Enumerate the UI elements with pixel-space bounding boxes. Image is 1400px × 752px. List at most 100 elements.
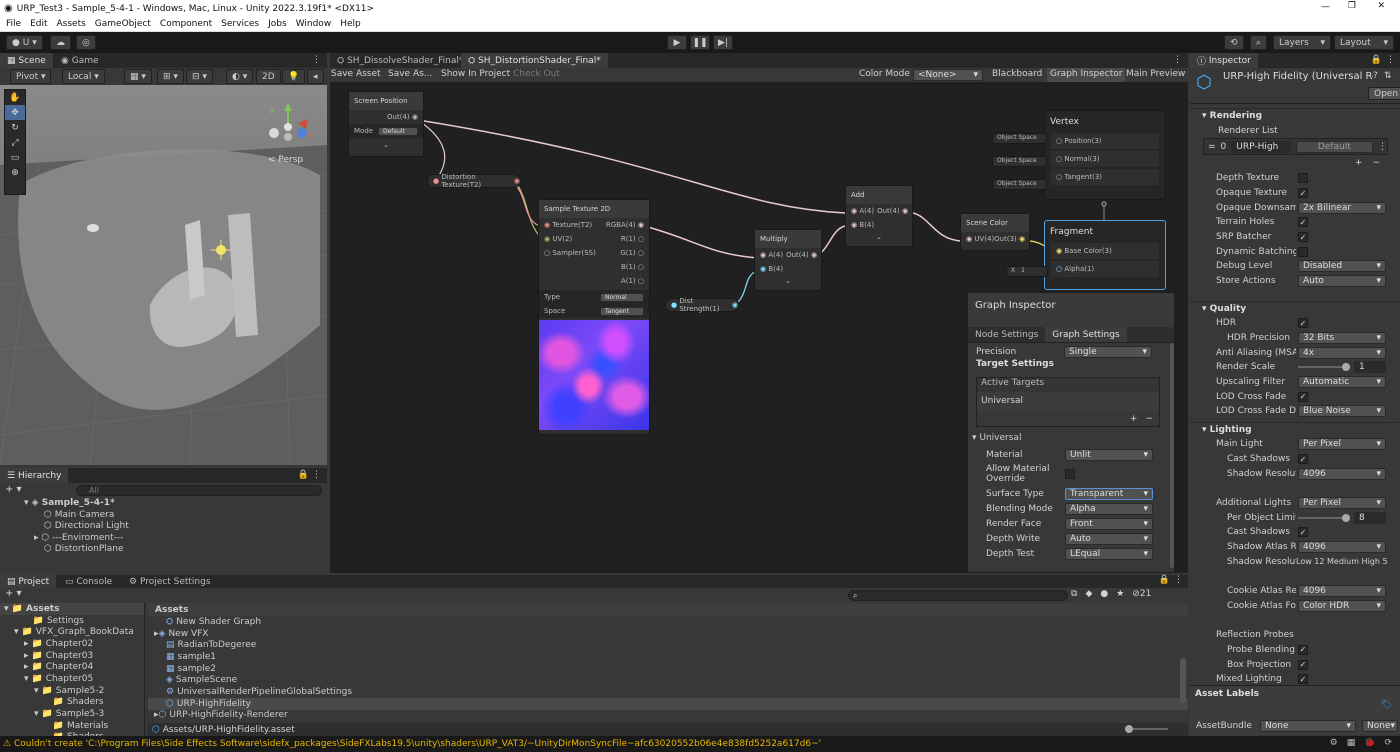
cache-icon[interactable]: ▦: [1347, 738, 1356, 748]
tab-distortion-shader[interactable]: ⛭ SH_DistortionShader_Final*: [461, 53, 608, 68]
renderer-object-field[interactable]: URP-High: [1231, 140, 1291, 153]
render-face-dropdown[interactable]: Front ▾: [1065, 517, 1153, 530]
scene-root[interactable]: ▾ ◈ Sample_5-4-1*: [24, 497, 115, 509]
field-dropdown[interactable]: 4096 ▾: [1298, 541, 1386, 554]
more-icon[interactable]: ⋮: [1173, 55, 1182, 65]
tab-project-settings[interactable]: ⚙ Project Settings: [122, 574, 218, 589]
object-space-input[interactable]: Object Space: [992, 156, 1047, 167]
more-icon[interactable]: ⋮: [312, 55, 321, 65]
chevron-icon[interactable]: [44, 697, 50, 707]
lock-icon[interactable]: 🔒: [1371, 55, 1382, 65]
collapse-icon[interactable]: ⌄: [349, 138, 423, 152]
tab-dissolve-shader[interactable]: ⛭ SH_DissolveShader_Final*: [330, 53, 470, 68]
tab-console[interactable]: ▭ Console: [58, 574, 119, 589]
lighting-foldout[interactable]: ▾ Lighting: [1190, 422, 1400, 437]
asset-item[interactable]: ⛭ New Shader Graph: [148, 616, 1188, 628]
property-distortion-texture[interactable]: ● Distortion Texture(T2) ◉: [427, 173, 521, 189]
depth-test-dropdown[interactable]: LEqual ▾: [1065, 547, 1153, 560]
menu-gameobject[interactable]: GameObject: [95, 19, 151, 29]
transform-tool-icon[interactable]: ⊕: [5, 165, 25, 180]
collab-button[interactable]: ◎: [76, 35, 96, 50]
field-dropdown[interactable]: 32 Bits ▾: [1298, 332, 1386, 345]
node-screen-position[interactable]: Screen Position Out(4) ◉ Mode Default ⌄: [348, 91, 424, 157]
folder-item[interactable]: 📁Shaders: [0, 697, 144, 709]
menu-window[interactable]: Window: [296, 19, 332, 29]
field-checkbox[interactable]: ✓: [1298, 454, 1308, 465]
slider-thumb[interactable]: [1342, 363, 1350, 372]
asset-item[interactable]: ▦ sample2: [148, 663, 1188, 675]
debug-icon[interactable]: 🐞: [1364, 738, 1375, 748]
asset-bundle-dropdown[interactable]: None ▾: [1260, 720, 1356, 732]
2d-toggle[interactable]: 2D: [256, 69, 281, 84]
account-button[interactable]: ● U ▾: [6, 35, 43, 50]
asset-item[interactable]: ▸ ⬡ URP-HighFidelity-Renderer: [148, 710, 1188, 722]
label-tag-icon[interactable]: 🏷: [1381, 700, 1392, 710]
project-search-input[interactable]: ⌕: [848, 590, 1068, 601]
universal-foldout[interactable]: ▾ Universal: [968, 433, 1174, 447]
hierarchy-item[interactable]: ⬡ DistortionPlane: [44, 543, 124, 555]
menu-jobs[interactable]: Jobs: [268, 19, 287, 29]
local-toggle[interactable]: Local ▾: [62, 69, 105, 84]
snap-button[interactable]: ⊞ ▾: [157, 69, 184, 84]
alpha-value-input[interactable]: X1: [1006, 266, 1048, 277]
tab-graph-settings[interactable]: Graph Settings: [1045, 327, 1127, 342]
folder-item[interactable]: ▸ 📁 Chapter04: [0, 661, 144, 673]
collapse-icon[interactable]: ⌄: [755, 276, 821, 286]
field-dropdown[interactable]: Auto ▾: [1298, 275, 1386, 288]
asset-variant-dropdown[interactable]: None ▾: [1362, 720, 1398, 732]
precision-dropdown[interactable]: Single ▾: [1064, 346, 1152, 358]
chevron-icon[interactable]: [44, 721, 50, 731]
blackboard-toggle[interactable]: Blackboard: [992, 69, 1042, 79]
scrollbar[interactable]: [1170, 343, 1174, 568]
folder-item[interactable]: ▸ 📁 Chapter03: [0, 650, 144, 662]
menu-assets[interactable]: Assets: [57, 19, 86, 29]
asset-item[interactable]: ◈ SampleScene: [148, 674, 1188, 686]
field-checkbox[interactable]: ✓: [1298, 644, 1308, 655]
field-dropdown[interactable]: 4x ▾: [1298, 346, 1386, 359]
open-button[interactable]: Open: [1368, 87, 1400, 100]
lock-icon[interactable]: 🔒: [1159, 575, 1170, 585]
property-dist-strength[interactable]: ● Dist Strength(1) ◉: [665, 297, 739, 313]
field-checkbox[interactable]: ✓: [1298, 188, 1308, 199]
favorite-icon[interactable]: ★: [1116, 589, 1124, 599]
material-dropdown[interactable]: Unlit ▾: [1065, 448, 1153, 461]
menu-file[interactable]: File: [6, 19, 21, 29]
tab-node-settings[interactable]: Node Settings: [968, 327, 1045, 342]
restore-icon[interactable]: ❐: [1348, 1, 1356, 11]
field-dropdown[interactable]: 4096 ▾: [1298, 585, 1386, 598]
menu-component[interactable]: Component: [160, 19, 212, 29]
folder-item[interactable]: ▾ 📁 Chapter05: [0, 673, 144, 685]
field-checkbox[interactable]: [1298, 246, 1308, 257]
renderer-list-item[interactable]: = 0 URP-High Default ⋮: [1203, 138, 1388, 155]
hierarchy-search-input[interactable]: All: [76, 485, 322, 496]
search-button[interactable]: ⌕: [1250, 35, 1268, 50]
more-icon[interactable]: ⋮: [1378, 142, 1387, 152]
scene-viewport[interactable]: y x < Persp ✋ ✥ ↻ ⤢ ▭ ⊕: [0, 85, 327, 465]
node-sample-texture-2d[interactable]: Sample Texture 2D ◉ Texture(T2) ◉ UV(2) …: [538, 199, 650, 435]
field-checkbox[interactable]: ✓: [1298, 659, 1308, 670]
surface-type-dropdown[interactable]: Transparent ▾: [1065, 487, 1153, 500]
assets-root-folder[interactable]: ▾ 📁 Assets: [0, 603, 144, 615]
asset-item[interactable]: ▤ RadianToDegeree: [148, 639, 1188, 651]
tab-hierarchy[interactable]: ☰ Hierarchy: [0, 468, 69, 483]
folder-item[interactable]: ▾ 📁 VFX_Graph_BookData: [0, 626, 144, 638]
save-as-button[interactable]: Save As...: [388, 69, 432, 79]
slider-value-field[interactable]: 8: [1354, 511, 1386, 524]
folder-item[interactable]: ▸ 📁 Chapter02: [0, 638, 144, 650]
master-stack-vertex[interactable]: Vertex ○ Position(3) ○ Normal(3) ○ Tange…: [1044, 110, 1166, 200]
progress-icon[interactable]: ⚙: [1330, 738, 1338, 748]
node-multiply[interactable]: Multiply ◉ A(4) ◉ B(4) Out(4) ◉ ⌄: [754, 229, 822, 291]
field-dropdown[interactable]: 2x Bilinear ▾: [1298, 201, 1386, 214]
rendering-foldout[interactable]: ▾ Rendering: [1190, 108, 1400, 123]
remove-target-icon[interactable]: −: [1145, 414, 1153, 424]
chevron-icon[interactable]: [24, 616, 30, 626]
chevron-icon[interactable]: ▾: [34, 686, 39, 696]
field-checkbox[interactable]: ✓: [1298, 674, 1308, 685]
more-icon[interactable]: ⋮: [1174, 575, 1183, 585]
tab-scene[interactable]: ▦ Scene: [0, 53, 53, 68]
help-icon[interactable]: ?: [1373, 71, 1378, 81]
tab-inspector[interactable]: ⓘ Inspector: [1190, 53, 1258, 68]
add-icon[interactable]: + ▾: [5, 484, 22, 495]
folder-item[interactable]: 📁 Materials: [0, 720, 144, 732]
lock-icon[interactable]: 🔒: [298, 470, 309, 480]
